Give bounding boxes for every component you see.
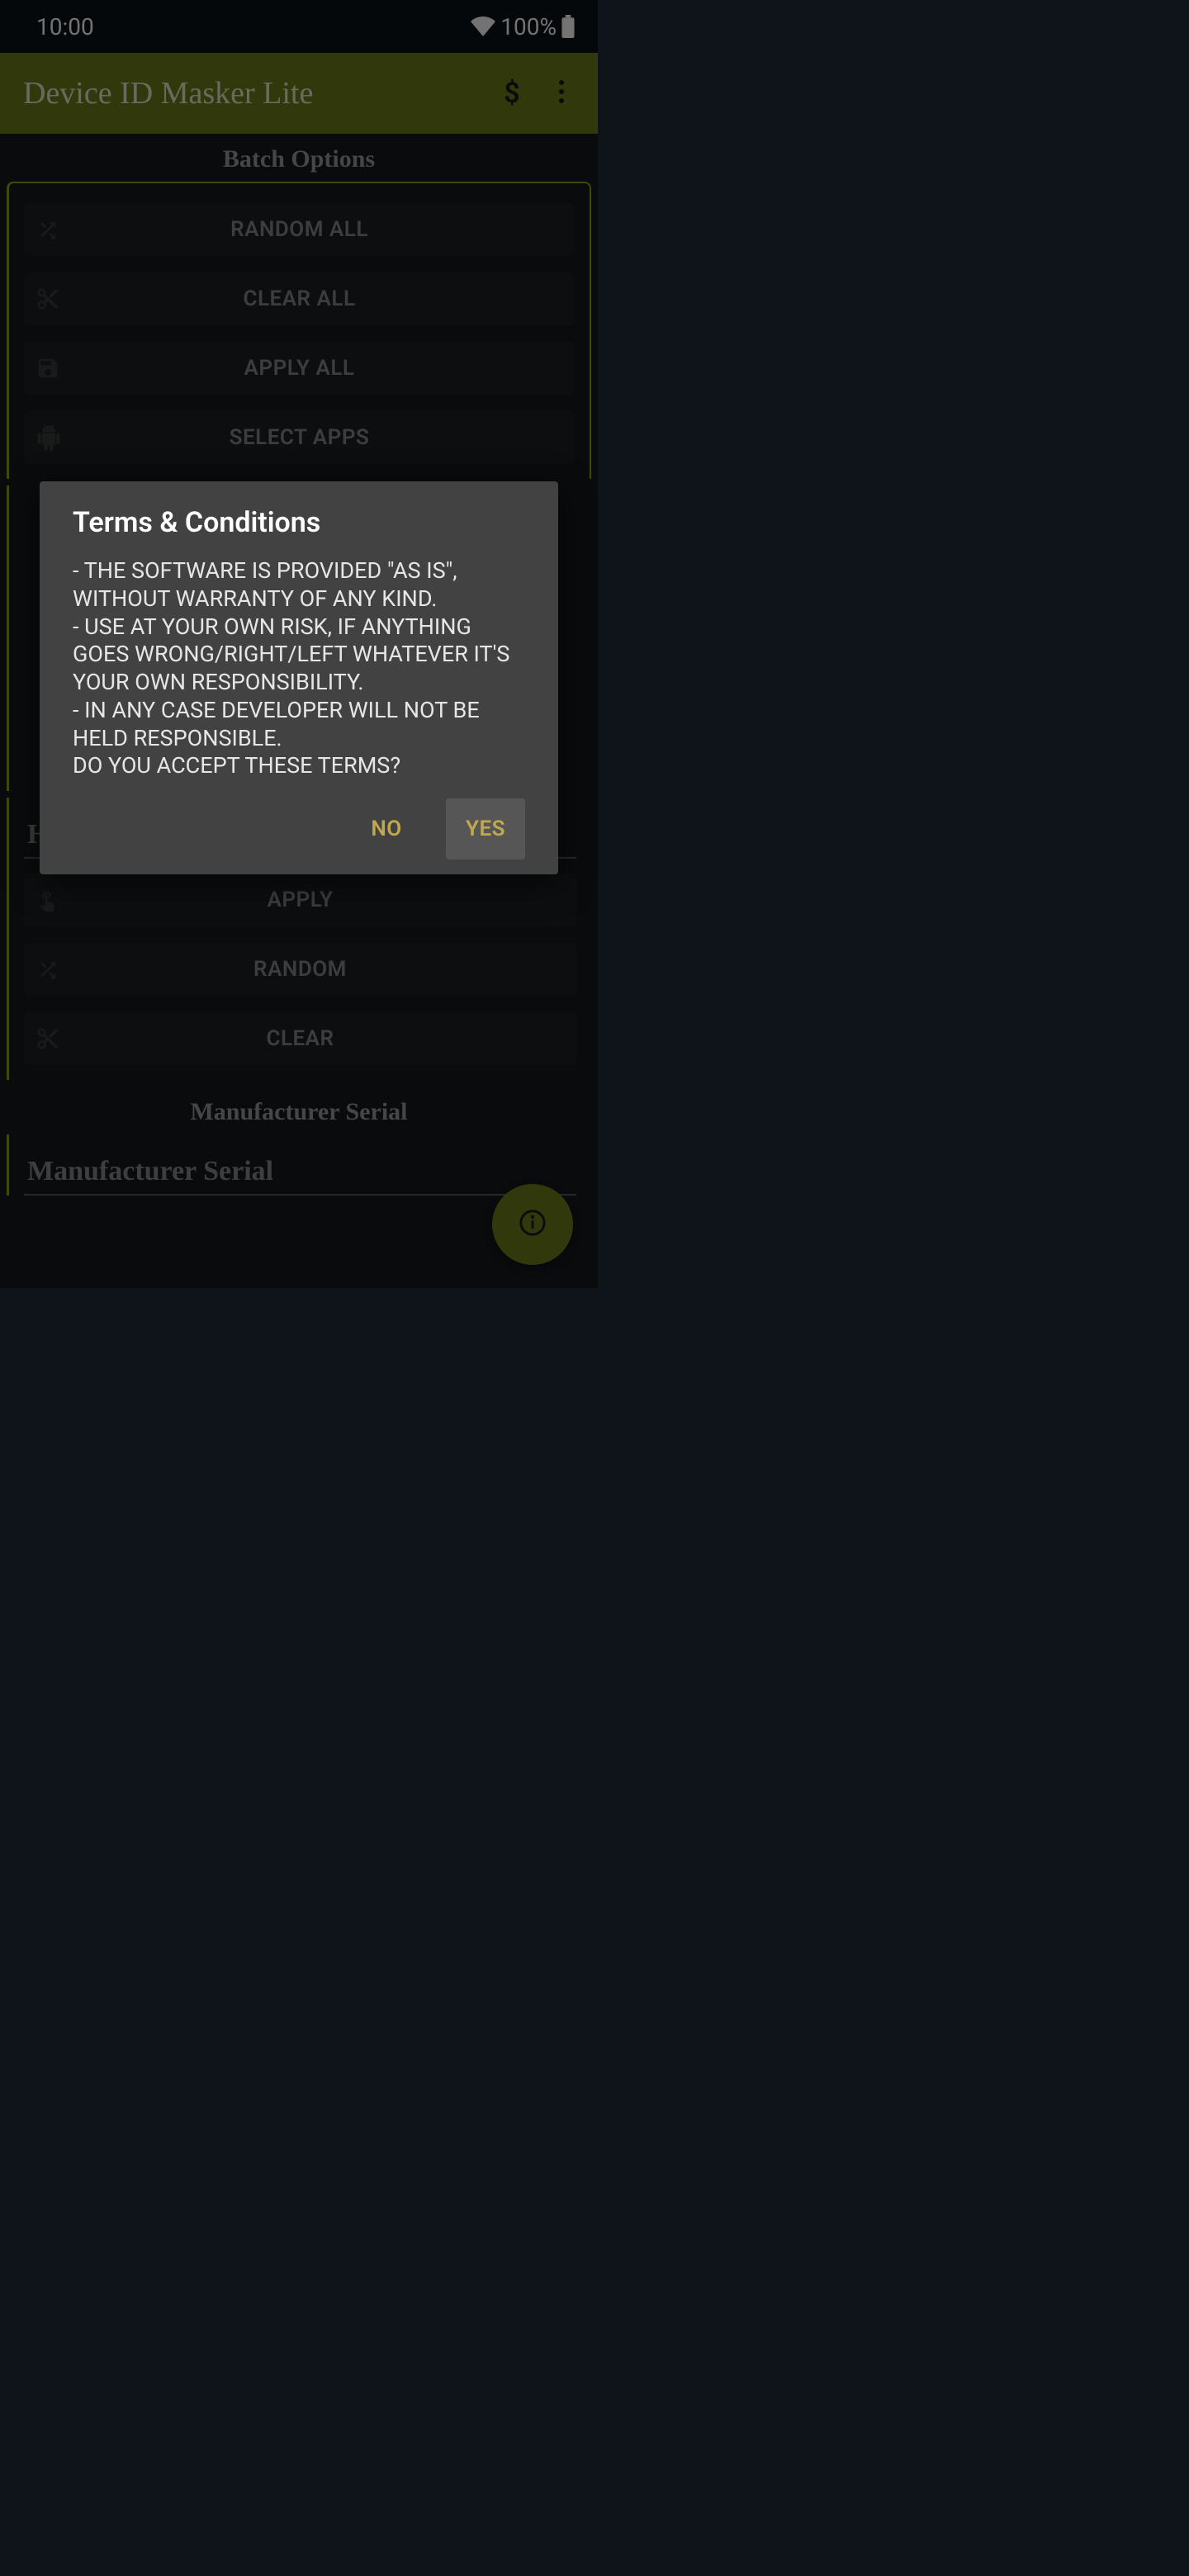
dialog-no-button[interactable]: NO — [348, 798, 424, 859]
dialog-actions: NO YES — [73, 798, 525, 859]
terms-dialog: Terms & Conditions - THE SOFTWARE IS PRO… — [40, 481, 558, 874]
dialog-title: Terms & Conditions — [73, 506, 525, 539]
dialog-body: - THE SOFTWARE IS PROVIDED "AS IS", WITH… — [73, 557, 525, 780]
screen: 10:00 100% Device ID Masker Lite $ Batch… — [0, 0, 598, 1288]
dialog-yes-button[interactable]: YES — [446, 798, 525, 859]
